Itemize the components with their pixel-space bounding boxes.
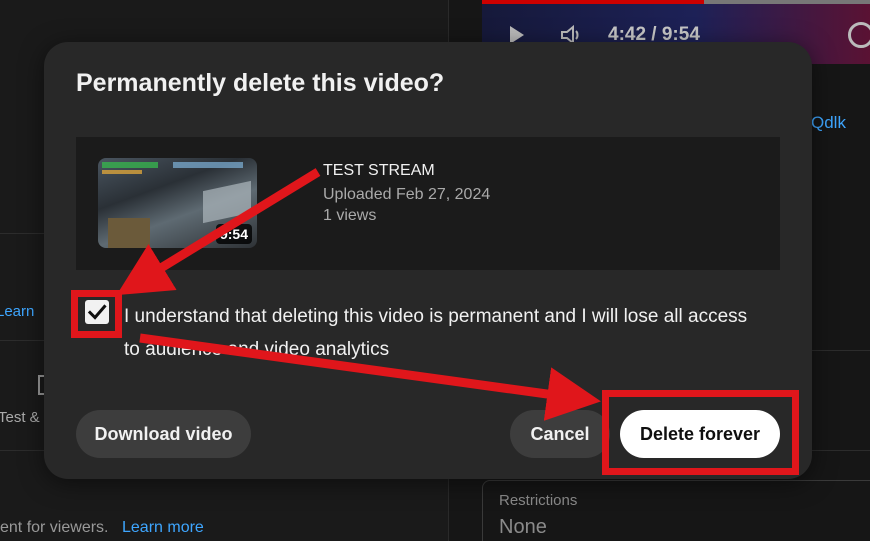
annotation-arrows [116,168,601,421]
annotation-arrow-to-checkbox [116,168,321,296]
annotation-arrow-to-delete [139,333,601,421]
